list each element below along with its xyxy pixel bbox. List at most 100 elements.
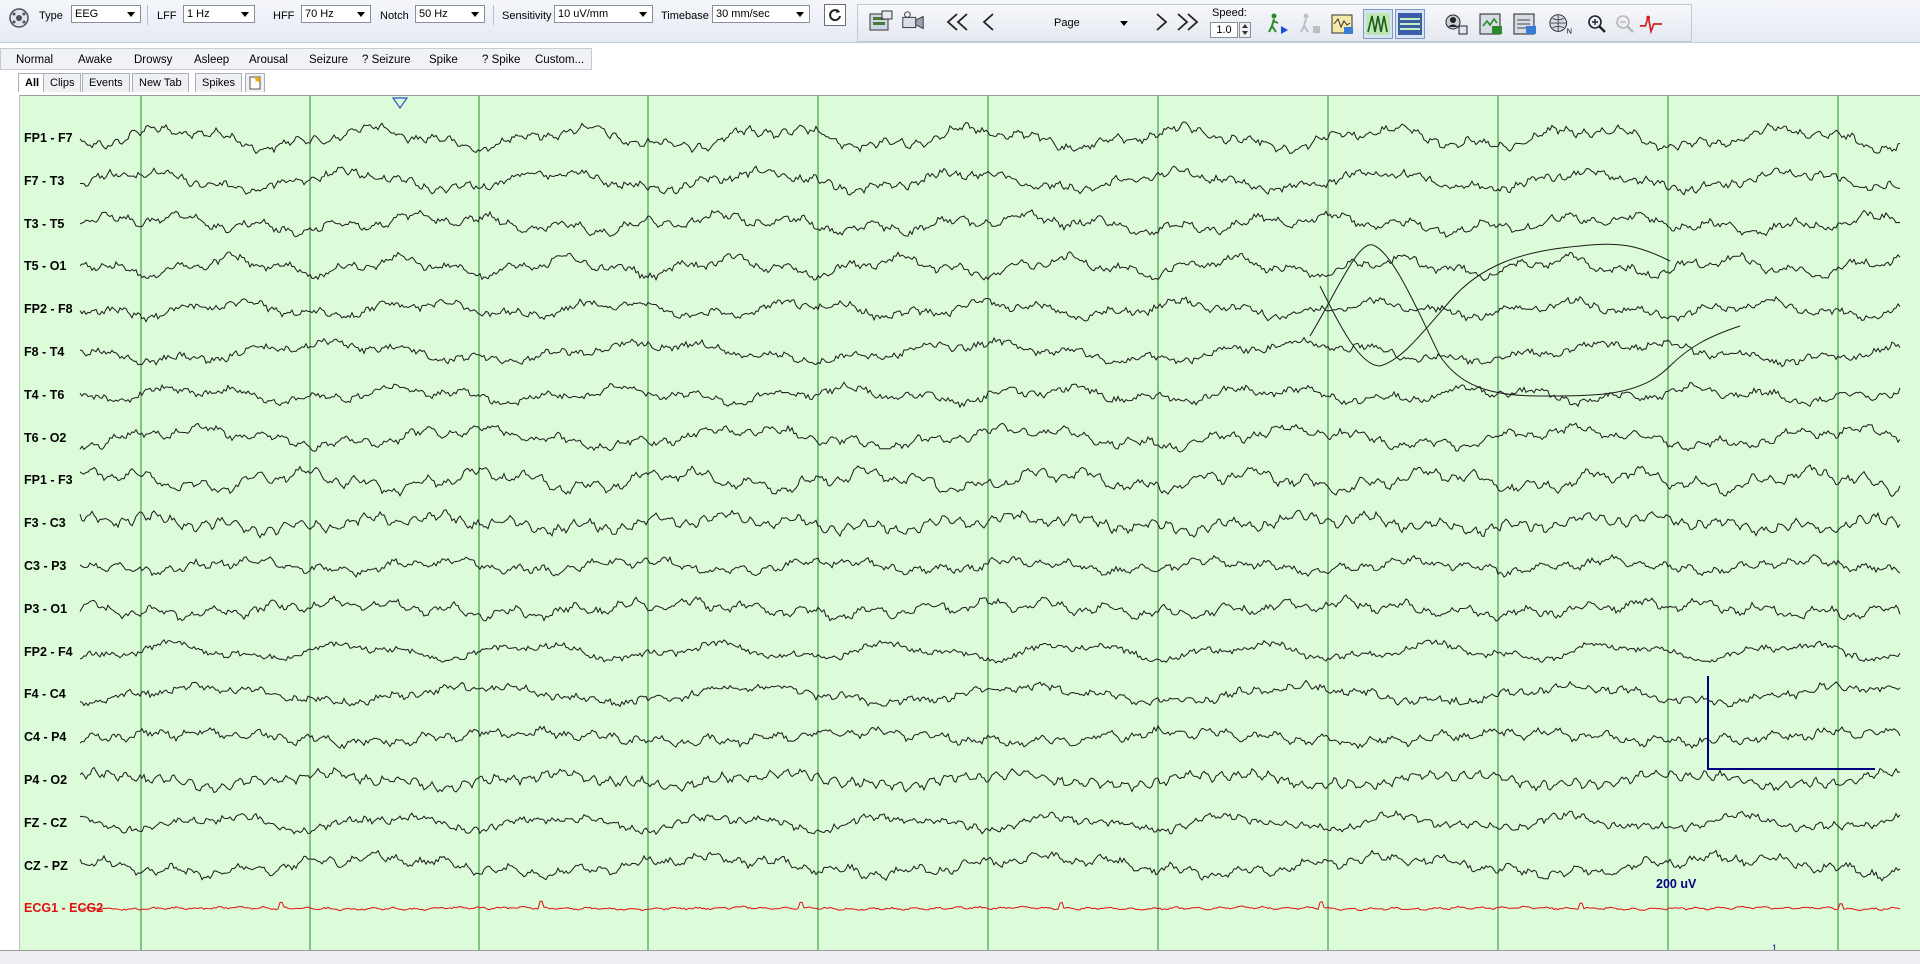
channel-label: F3 - C3	[24, 516, 66, 531]
channel-label: CZ - PZ	[24, 858, 68, 873]
trend-view-icon[interactable]	[1395, 9, 1425, 39]
channel-label: C3 - P3	[24, 559, 67, 573]
fast-forward-icon[interactable]	[1174, 9, 1200, 35]
channel-label: T4 - T6	[24, 387, 65, 402]
channel-label: C4 - P4	[24, 730, 67, 745]
previous-icon[interactable]	[976, 9, 1002, 35]
channel-label: P3 - O1	[24, 601, 68, 616]
report-icon[interactable]	[1478, 11, 1504, 37]
channel-label: FP2 - F8	[24, 302, 73, 317]
event-marker-triangle-icon[interactable]	[391, 97, 409, 110]
eeg-trace	[79, 381, 1901, 409]
zoom-in-icon[interactable]	[1584, 11, 1610, 37]
tab-clips[interactable]: Clips	[43, 73, 82, 92]
waveform-view-icon[interactable]	[1363, 9, 1393, 39]
eeg-trace	[79, 463, 1901, 498]
event-button-possible-seizure[interactable]: ? Seizure	[362, 52, 411, 68]
eeg-trace	[79, 121, 1901, 155]
new-tab-icon[interactable]	[245, 73, 265, 92]
eeg-trace	[79, 208, 1901, 238]
rewind-icon[interactable]	[945, 9, 971, 35]
channel-label: T3 - T5	[24, 216, 65, 231]
review-tabs: All Clips Events New Tab Spikes	[0, 72, 1920, 94]
toolbar-separator	[147, 5, 148, 25]
eeg-trace	[79, 422, 1901, 453]
channel-label: FP2 - F4	[24, 644, 73, 659]
toolbar-separator	[493, 5, 494, 25]
main-toolbar: Type EEG LFF 1 Hz HFF 70 Hz Notch 50 Hz …	[0, 0, 1920, 43]
network-review-icon[interactable]: N	[1548, 11, 1574, 37]
status-bar	[0, 950, 1920, 964]
hff-label: HFF	[273, 10, 295, 22]
tab-events[interactable]: Events	[82, 73, 130, 92]
navigation-toolbar: Page Speed: 1.0 N	[857, 4, 1692, 42]
sensitivity-select[interactable]: 10 uV/mm	[554, 5, 653, 23]
eeg-trace	[79, 165, 1901, 196]
eeg-trace	[79, 638, 1901, 664]
calibration-bar	[1707, 676, 1875, 770]
channel-label: ECG1 - ECG2	[24, 901, 104, 916]
event-marker-icon[interactable]	[1330, 11, 1356, 37]
speed-label: Speed:	[1212, 7, 1247, 19]
speed-input[interactable]: 1.0	[1210, 22, 1238, 38]
event-button-normal[interactable]: Normal	[16, 52, 53, 68]
eeg-trace	[79, 336, 1901, 368]
patient-info-icon[interactable]	[1443, 11, 1469, 37]
event-button-seizure[interactable]: Seizure	[309, 52, 348, 68]
next-icon[interactable]	[1148, 9, 1174, 35]
channel-label: T6 - O2	[24, 430, 67, 445]
event-button-arousal[interactable]: Arousal	[249, 52, 288, 68]
type-select[interactable]: EEG	[71, 5, 141, 23]
eeg-waveform-area[interactable]: FP1 - F7 F7 - T3 T3 - T5 T5 - O1 FP2 - F8 F8 …	[20, 95, 1920, 953]
page-step-dropdown-icon[interactable]	[1120, 21, 1128, 26]
zoom-out-icon	[1612, 11, 1638, 37]
event-button-asleep[interactable]: Asleep	[194, 52, 229, 68]
print-icon[interactable]	[1512, 11, 1538, 37]
eeg-trace	[79, 724, 1901, 750]
page-step-label: Page	[1054, 17, 1080, 29]
notch-select[interactable]: 50 Hz	[415, 5, 485, 23]
stop-person-icon	[1298, 11, 1324, 37]
event-button-custom[interactable]: Custom...	[535, 52, 584, 68]
lff-label: LFF	[157, 10, 177, 22]
channel-label: FZ - CZ	[24, 815, 68, 830]
tab-new-tab[interactable]: New Tab	[132, 73, 189, 92]
channel-label: FP1 - F3	[24, 473, 73, 488]
eeg-trace	[79, 849, 1901, 882]
type-label: Type	[39, 10, 63, 22]
notch-label: Notch	[380, 10, 409, 22]
spin-down-icon[interactable]	[1242, 31, 1248, 35]
spike-detect-icon[interactable]	[1638, 11, 1664, 37]
eeg-trace	[79, 809, 1901, 836]
video-camera-icon[interactable]	[900, 9, 926, 35]
lff-select[interactable]: 1 Hz	[183, 5, 255, 23]
tab-spikes[interactable]: Spikes	[195, 73, 243, 92]
spin-up-icon[interactable]	[1242, 24, 1248, 28]
channel-label: F4 - C4	[24, 687, 66, 702]
calibration-label: 200 uV	[1656, 877, 1697, 891]
channel-label: F8 - T4	[24, 345, 65, 359]
montage-editor-icon[interactable]	[868, 9, 894, 35]
ecg-trace	[79, 900, 1901, 912]
refresh-icon[interactable]	[824, 4, 846, 26]
event-type-bar: Normal Awake Drowsy Asleep Arousal Seizu…	[0, 48, 592, 70]
event-button-spike[interactable]: Spike	[429, 52, 458, 68]
eeg-trace	[79, 679, 1901, 708]
channel-label: P4 - O2	[24, 773, 68, 787]
event-button-drowsy[interactable]: Drowsy	[134, 52, 172, 68]
montage-icon[interactable]	[6, 5, 32, 31]
tab-all[interactable]: All	[18, 73, 47, 92]
event-button-possible-spike[interactable]: ? Spike	[482, 52, 520, 68]
play-person-icon[interactable]	[1266, 11, 1292, 37]
timebase-select[interactable]: 30 mm/sec	[712, 5, 810, 23]
eeg-traces[interactable]	[20, 96, 1920, 951]
eeg-trace	[79, 251, 1901, 282]
eeg-trace	[79, 295, 1901, 323]
event-button-awake[interactable]: Awake	[78, 52, 112, 68]
channel-label: T5 - O1	[24, 259, 67, 274]
timebase-label: Timebase	[661, 10, 709, 22]
speed-spinner[interactable]	[1239, 22, 1251, 38]
channel-label: F7 - T3	[24, 173, 65, 188]
hff-select[interactable]: 70 Hz	[301, 5, 371, 23]
artifact-trace	[1319, 243, 1671, 367]
